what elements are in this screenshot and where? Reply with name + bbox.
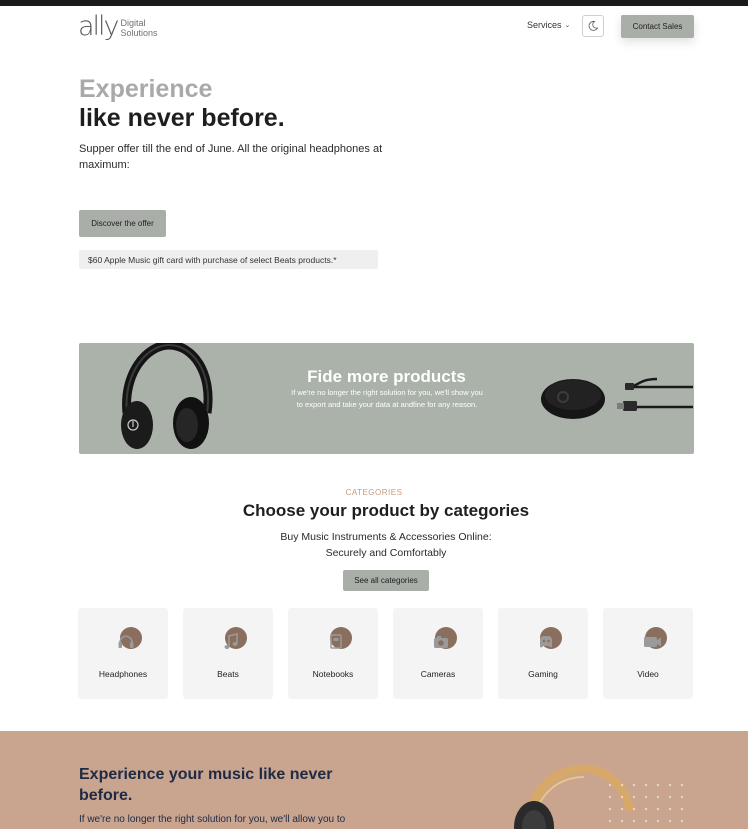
theme-toggle-button[interactable]: [582, 15, 604, 37]
category-label: Headphones: [98, 669, 148, 679]
logo[interactable]: ally Digital Solutions: [78, 11, 158, 42]
hero-title-line-2: like never before.: [79, 104, 285, 132]
category-card-cameras[interactable]: Cameras: [393, 608, 483, 699]
logo-mark: ally: [78, 11, 120, 42]
chevron-down-icon: ⌄: [564, 22, 571, 29]
logo-subtitle: Digital Solutions: [121, 18, 158, 38]
top-edge-bar: [0, 0, 748, 6]
categories-subtitle-line-2: Securely and Comfortably: [325, 547, 447, 559]
video-icon: [644, 627, 667, 649]
feature-section: Experience your music like never before.…: [0, 731, 748, 829]
contact-sales-button[interactable]: Contact Sales: [621, 15, 694, 38]
see-all-categories-button[interactable]: See all categories: [343, 570, 429, 591]
headphones-image: [121, 343, 213, 449]
logo-line-1: Digital: [120, 18, 146, 28]
category-card-notebooks[interactable]: Notebooks: [288, 608, 378, 699]
categories-title: Choose your product by categories: [242, 501, 530, 520]
category-label: Gaming: [528, 669, 558, 679]
category-card-beats[interactable]: Beats: [183, 608, 273, 699]
nav-services-dropdown[interactable]: Services ⌄: [527, 20, 570, 30]
headphones-icon: [118, 627, 142, 649]
categories-kicker: CATEGORIES: [345, 488, 403, 497]
category-cards: Headphones Beats Notebooks Cameras Gamin…: [78, 608, 696, 699]
gamepad-icon: [540, 627, 562, 649]
speaker-and-cable-image: [541, 377, 693, 419]
categories-subtitle-line-1: Buy Music Instruments & Accessories Onli…: [280, 531, 492, 543]
hero-title-line-1: Experience: [79, 75, 213, 103]
promo-text: If we're no longer the right solution fo…: [291, 388, 483, 409]
hero-description: Supper offer till the end of June. All t…: [79, 143, 383, 171]
camera-icon: [434, 627, 457, 649]
category-label: Beats: [217, 669, 239, 679]
category-card-gaming[interactable]: Gaming: [498, 608, 588, 699]
moon-icon: [588, 20, 599, 31]
promo-banner: Fide more products If we're no longer th…: [79, 343, 694, 454]
discover-offer-button[interactable]: Discover the offer: [79, 210, 166, 237]
category-card-headphones[interactable]: Headphones: [78, 608, 168, 699]
category-label: Cameras: [420, 669, 456, 679]
nav-services-label: Services: [527, 20, 562, 30]
music-note-icon: [224, 627, 247, 649]
logo-line-2: Solutions: [120, 28, 158, 38]
decorative-dots: [608, 783, 684, 823]
categories-subtitle: Buy Music Instruments & Accessories Onli…: [0, 529, 748, 561]
gift-card-note: $60 Apple Music gift card with purchase …: [79, 250, 378, 269]
category-card-video[interactable]: Video: [603, 608, 693, 699]
notebook-icon: [330, 627, 352, 649]
feature-title: Experience your music like never before.: [79, 766, 333, 804]
category-label: Notebooks: [312, 669, 354, 679]
category-label: Video: [637, 669, 659, 679]
feature-text: If we're no longer the right solution fo…: [79, 814, 346, 825]
